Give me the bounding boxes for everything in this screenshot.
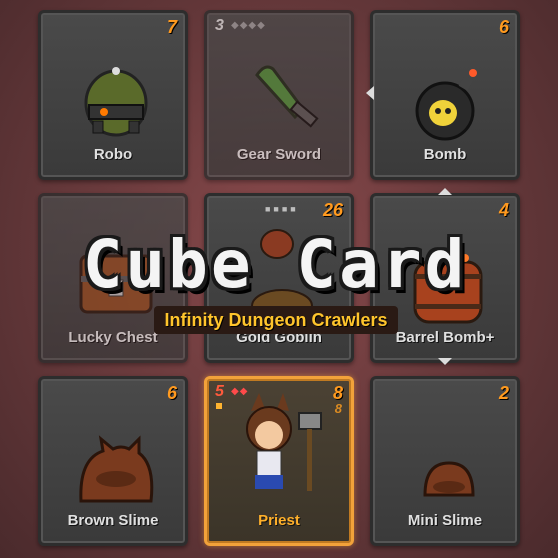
card-gear-sword[interactable]: 3 ◆◆◆◆ Gear Sword xyxy=(204,10,354,180)
arrow-up-icon xyxy=(438,188,452,195)
arrow-left-icon xyxy=(366,86,374,100)
card-name: Robo xyxy=(93,146,133,163)
game-logo: Cube Card Infinity Dungeon Crawlers xyxy=(60,220,490,340)
card-name: Gear Sword xyxy=(236,146,322,163)
card-mini-slime[interactable]: 2 Mini Slime xyxy=(370,376,520,546)
card-bomb[interactable]: 6 Bomb xyxy=(370,10,520,180)
card-priest[interactable]: 5 ◆◆ 8 8 Priest xyxy=(204,376,354,546)
logo-title: Cube Card xyxy=(82,226,468,303)
card-name: Priest xyxy=(258,512,300,529)
card-name: Brown Slime xyxy=(67,512,159,529)
arrow-down-icon xyxy=(438,358,452,365)
logo-subtitle: Infinity Dungeon Crawlers xyxy=(154,306,398,334)
card-brown-slime[interactable]: 6 Brown Slime xyxy=(38,376,188,546)
card-name: Bomb xyxy=(423,146,467,163)
card-robo[interactable]: 7 Robo xyxy=(38,10,188,180)
card-name: Mini Slime xyxy=(407,512,483,529)
